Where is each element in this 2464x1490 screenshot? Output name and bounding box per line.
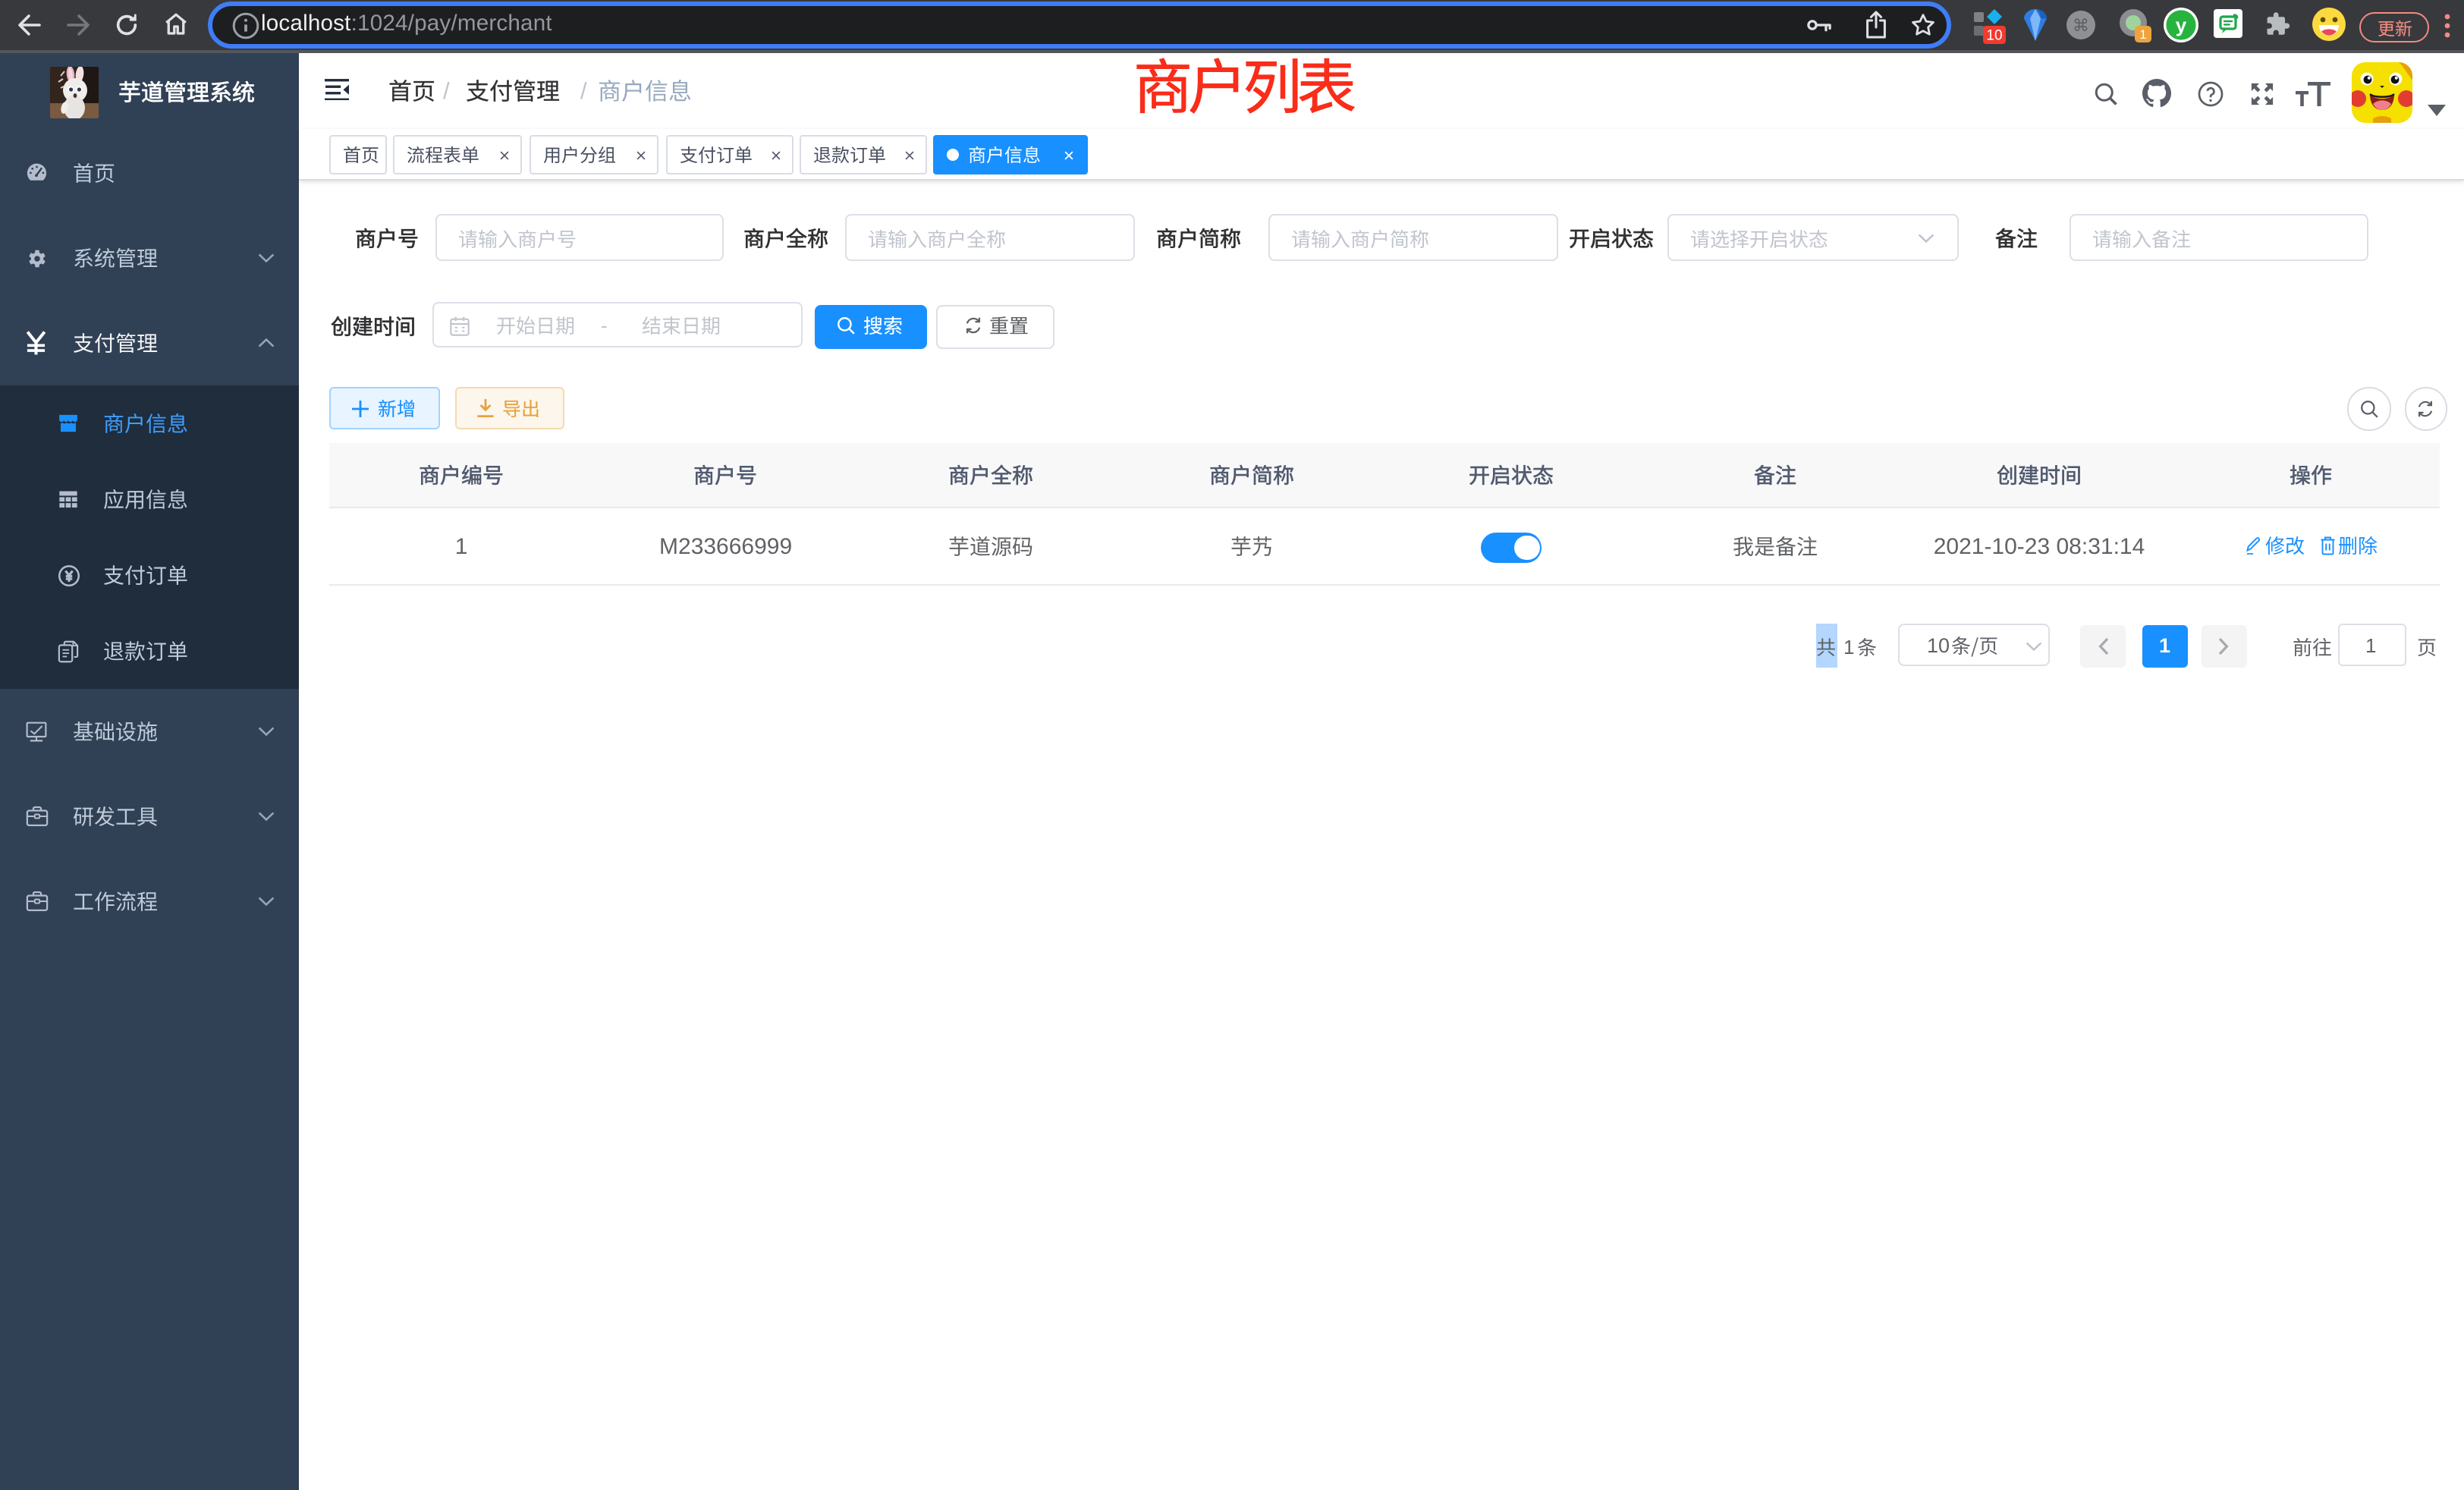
svg-text:y: y — [2176, 14, 2187, 36]
svg-text:10: 10 — [1986, 28, 2002, 44]
svg-text:1: 1 — [2139, 27, 2146, 42]
svg-text:⌘: ⌘ — [2073, 16, 2089, 35]
